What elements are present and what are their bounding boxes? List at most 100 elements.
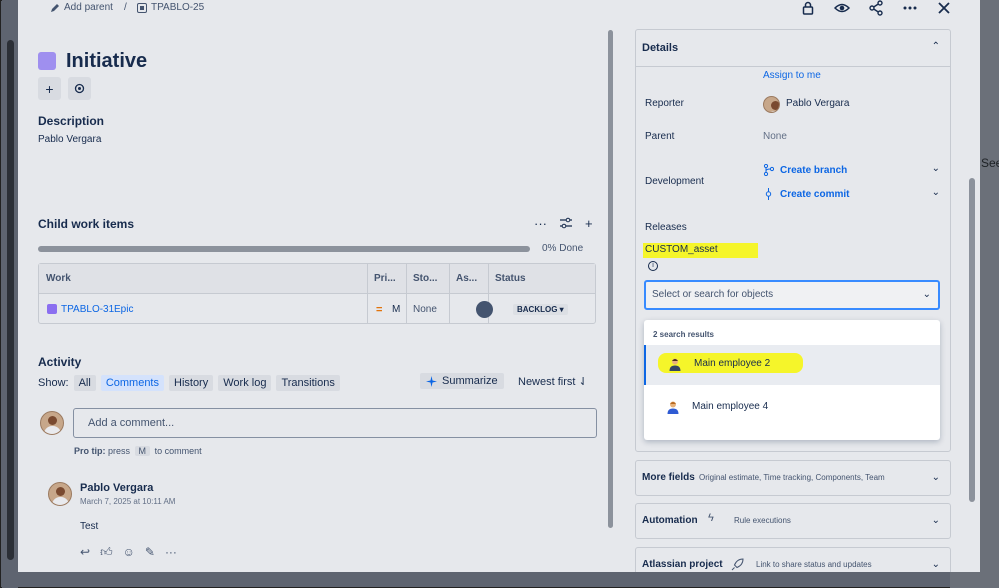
share-icon[interactable] <box>868 0 884 16</box>
breadcrumb-separator: / <box>124 2 127 13</box>
protip-key: M <box>134 446 151 456</box>
column-header-assignee[interactable]: As... <box>456 273 477 284</box>
section-subtitle: Rule executions <box>734 516 791 525</box>
filter-work-log[interactable]: Work log <box>218 375 272 391</box>
more-icon[interactable]: ··· <box>165 545 177 560</box>
parent-label: Parent <box>645 131 675 142</box>
page-scrollbar[interactable] <box>2 0 18 588</box>
child-assignee: U <box>480 304 484 315</box>
comment-date[interactable]: March 7, 2025 at 10:11 AM <box>80 497 175 506</box>
column-divider <box>367 264 368 324</box>
add-child-icon[interactable]: + <box>585 216 593 231</box>
reporter-avatar <box>763 96 780 113</box>
more-icon[interactable] <box>902 0 918 16</box>
reporter-value[interactable]: Pablo Vergara <box>786 98 849 109</box>
search-results-dropdown: 2 search results Main employee 2 Main em… <box>644 320 940 440</box>
filter-sliders-icon[interactable] <box>559 216 573 230</box>
child-issue-key[interactable]: TPABLO-31 <box>61 304 114 315</box>
column-header-work[interactable]: Work <box>46 273 71 284</box>
filter-history[interactable]: History <box>169 375 214 391</box>
info-icon[interactable]: i <box>648 261 658 271</box>
comment-text: Test <box>80 521 99 532</box>
settings-target-icon[interactable] <box>68 77 91 100</box>
issue-title[interactable]: Initiative <box>66 50 147 73</box>
close-icon[interactable] <box>936 0 952 16</box>
select-placeholder: Select or search for objects <box>652 289 774 300</box>
add-reaction-icon[interactable]: ☺ <box>123 545 135 560</box>
comment-author[interactable]: Pablo Vergara <box>80 482 153 494</box>
reply-icon[interactable]: ↩ <box>80 545 90 560</box>
edit-icon[interactable]: ✎ <box>145 545 155 560</box>
page-scrollbar-thumb[interactable] <box>7 40 14 560</box>
section-title: Atlassian project <box>642 559 723 570</box>
rocket-icon <box>731 558 744 571</box>
object-search-select[interactable]: Select or search for objects ⌄ <box>644 280 940 310</box>
more-fields-section[interactable]: More fields Original estimate, Time trac… <box>635 460 951 496</box>
add-icon[interactable]: + <box>38 77 61 100</box>
child-items-table: Work Pri... Sto... As... Status TPABLO-3… <box>38 263 596 324</box>
column-divider <box>406 264 407 324</box>
child-issue-type[interactable]: Epic <box>114 304 133 315</box>
comment-input[interactable]: Add a comment... <box>73 408 597 438</box>
protip-text: Pro tip: press M to comment <box>74 446 202 456</box>
unassigned-avatar[interactable] <box>476 301 493 318</box>
commit-icon <box>765 188 772 200</box>
progress-label: 0% Done <box>542 243 584 254</box>
column-header-status[interactable]: Status <box>495 273 526 284</box>
chevron-up-icon[interactable]: ⌃ <box>932 41 940 52</box>
issue-key-label: TPABLO-25 <box>151 2 205 13</box>
details-scrollbar[interactable] <box>969 178 975 502</box>
employee-icon <box>667 401 679 414</box>
issue-type-icon <box>137 2 147 13</box>
filter-all[interactable]: All <box>73 375 96 391</box>
filter-comments[interactable]: Comments <box>100 375 164 391</box>
description-text[interactable]: Pablo Vergara <box>38 134 101 145</box>
search-result-item[interactable]: Main employee 2 <box>644 345 940 385</box>
details-panel: Details ⌃ Assign to me Reporter Pablo Ve… <box>635 29 951 452</box>
more-icon[interactable]: ··· <box>534 216 547 231</box>
sort-icon: ⇃ <box>578 376 588 388</box>
parent-value[interactable]: None <box>763 131 787 142</box>
child-priority[interactable]: M <box>392 304 400 315</box>
initiative-type-icon <box>38 52 56 70</box>
add-parent-link[interactable]: Add parent <box>50 2 113 13</box>
automation-section[interactable]: Automation ϟ Rule executions ⌄ <box>635 503 951 539</box>
comment-actions: ↩ 👍︎ ☺ ✎ ··· <box>80 545 177 560</box>
lightning-icon: ϟ <box>708 512 714 524</box>
create-branch-link[interactable]: Create branch <box>763 164 847 176</box>
status-dropdown[interactable]: BACKLOG ▾ <box>513 304 568 315</box>
filter-transitions[interactable]: Transitions <box>276 375 340 391</box>
epic-icon <box>47 304 57 314</box>
chevron-down-icon[interactable]: ⌄ <box>932 163 940 174</box>
details-heading[interactable]: Details <box>642 42 678 54</box>
summarize-label: Summarize <box>442 375 498 387</box>
sort-button[interactable]: Newest first ⇃ <box>518 375 588 388</box>
lock-icon[interactable] <box>800 0 816 16</box>
target-icon <box>74 83 85 94</box>
search-result-label: Main employee 4 <box>692 401 769 412</box>
development-label: Development <box>645 176 704 187</box>
main-scrollbar[interactable] <box>608 30 613 528</box>
assign-to-me-link[interactable]: Assign to me <box>763 70 821 81</box>
sort-label: Newest first <box>518 376 576 388</box>
column-header-story-points[interactable]: Sto... <box>413 273 437 284</box>
create-commit-link[interactable]: Create commit <box>763 188 849 200</box>
watch-eye-icon[interactable] <box>834 0 850 16</box>
search-result-item[interactable]: Main employee 4 <box>644 388 940 428</box>
chevron-down-icon: ⌄ <box>931 559 940 570</box>
child-progress-bar <box>38 246 530 252</box>
section-subtitle: Link to share status and updates <box>756 560 872 569</box>
thumbs-up-icon[interactable]: 👍︎ <box>100 545 113 560</box>
summarize-button[interactable]: Summarize <box>420 373 504 389</box>
issue-modal: Add parent / TPABLO-25 Initiative + Desc… <box>18 0 980 572</box>
chevron-down-icon[interactable]: ⌄ <box>932 187 940 198</box>
divider <box>636 66 950 67</box>
column-header-priority[interactable]: Pri... <box>374 273 396 284</box>
reporter-label: Reporter <box>645 98 684 109</box>
atlassian-project-section[interactable]: Atlassian project Link to share status a… <box>635 547 951 572</box>
employee-icon <box>669 358 681 371</box>
custom-field-label: CUSTOM_asset <box>643 243 758 258</box>
child-story-points[interactable]: None <box>413 304 437 315</box>
issue-key-link[interactable]: TPABLO-25 <box>137 2 204 13</box>
search-results-count: 2 search results <box>653 330 714 339</box>
